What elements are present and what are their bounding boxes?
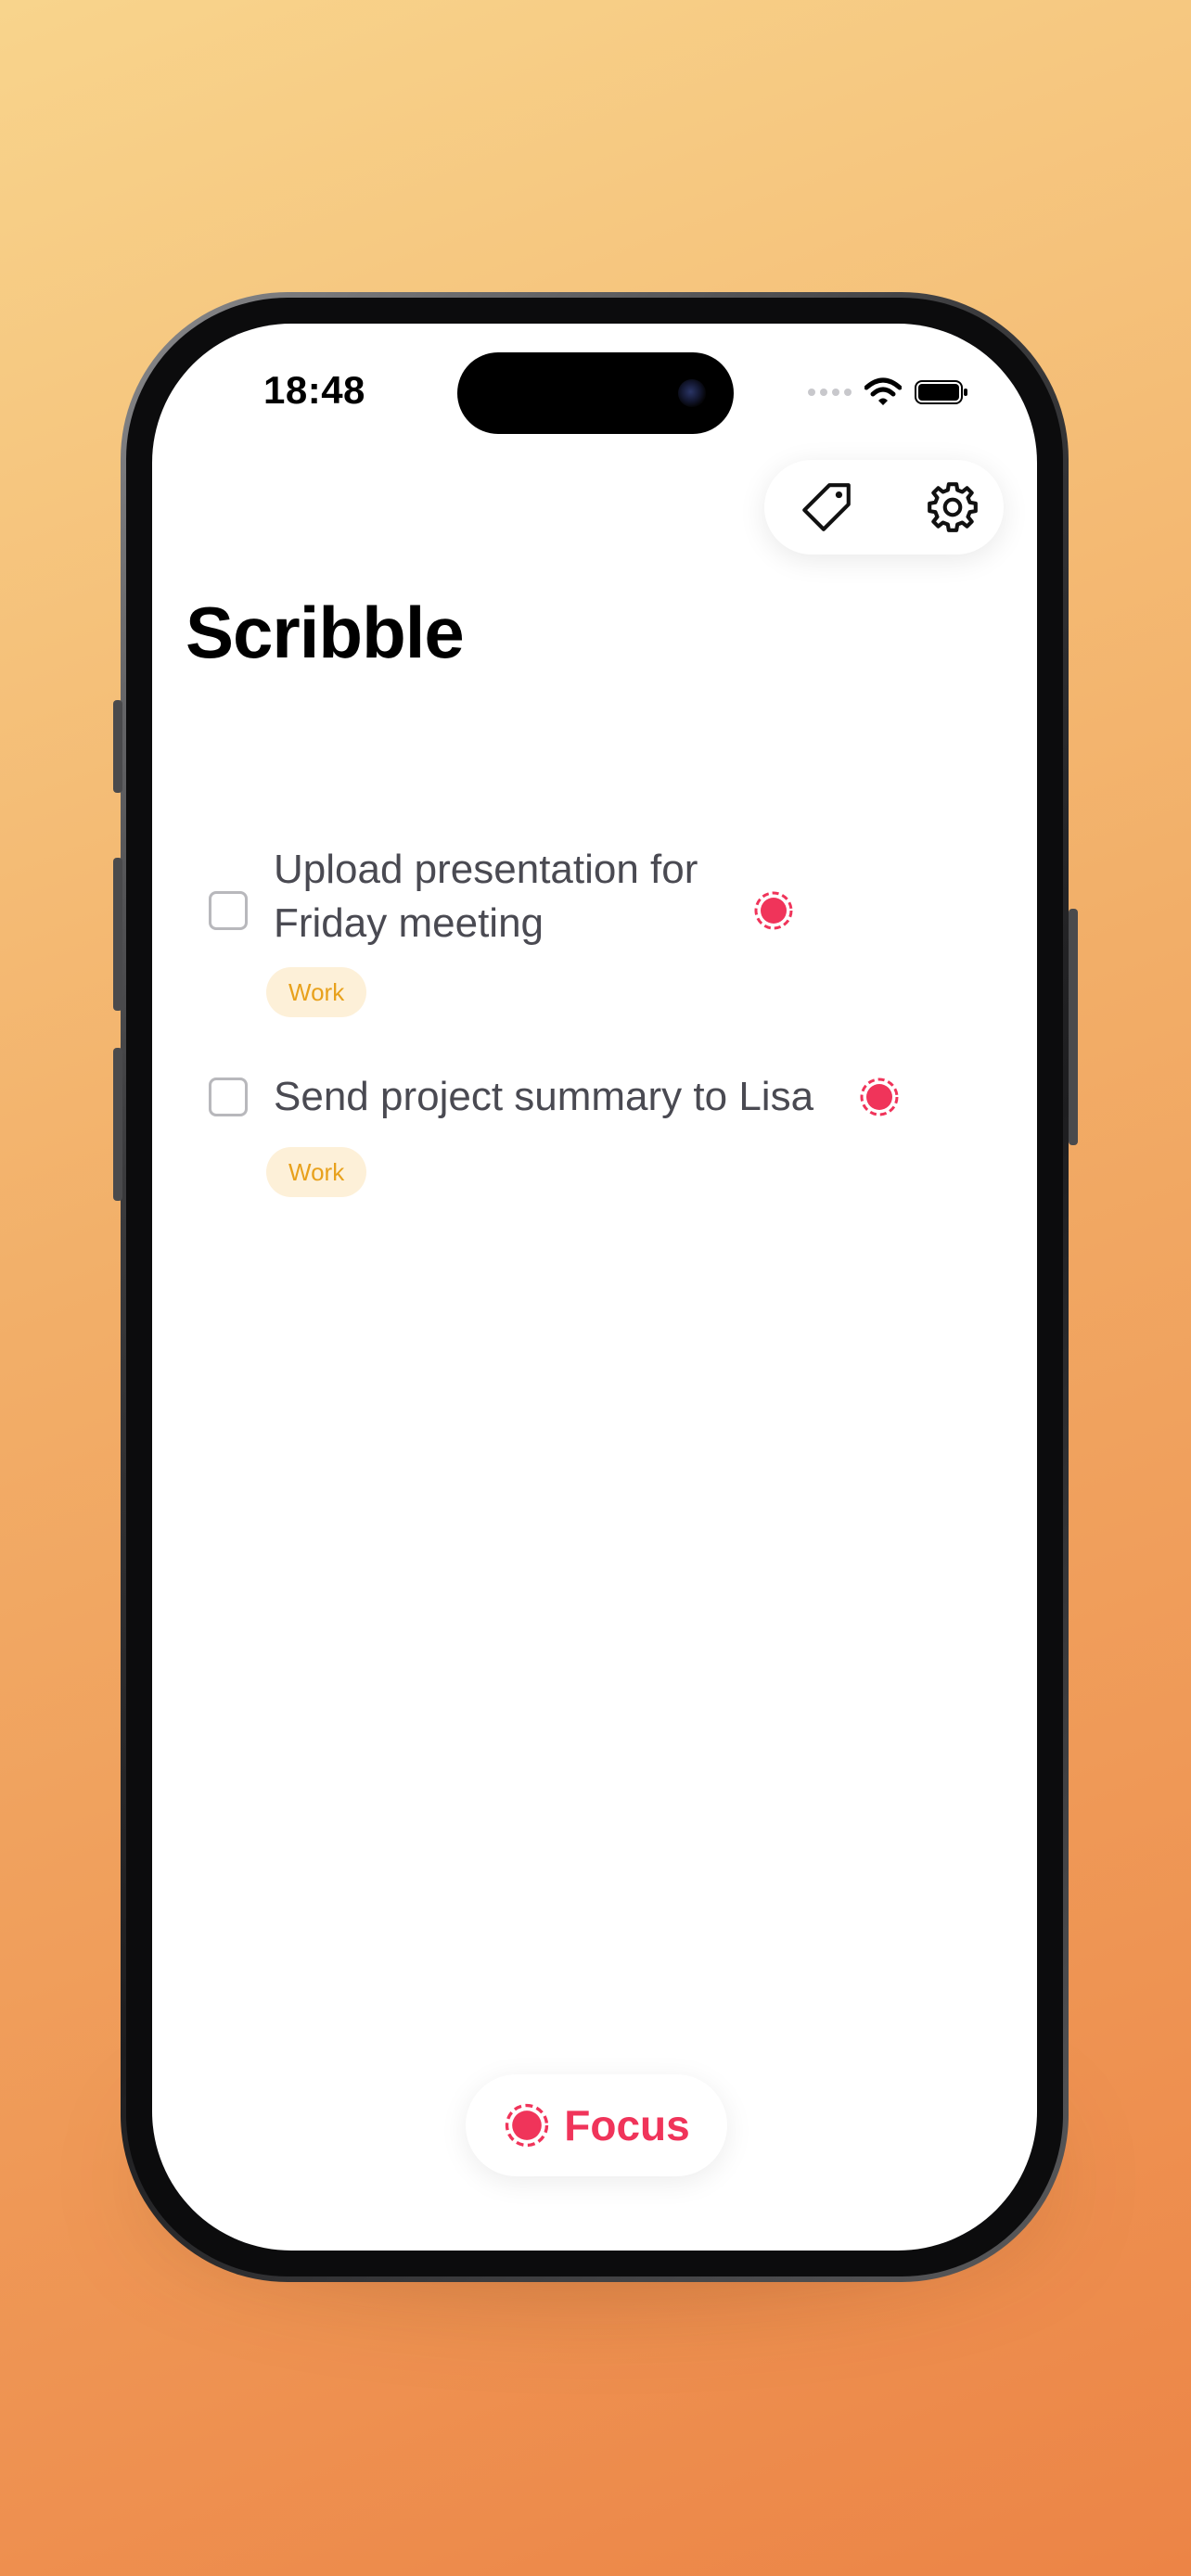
focus-target-icon[interactable]	[752, 889, 795, 932]
gear-icon	[928, 482, 978, 532]
tags-button[interactable]	[794, 475, 859, 540]
task-checkbox[interactable]	[209, 1078, 248, 1116]
camera-icon	[678, 379, 706, 407]
power-button	[1069, 909, 1078, 1145]
volume-up-button	[113, 858, 122, 1011]
volume-down-button	[113, 1048, 122, 1201]
top-toolbar	[764, 460, 1004, 555]
task-title-line: Send project summary to Lisa	[274, 1074, 814, 1119]
task-tag[interactable]: Work	[266, 1147, 367, 1197]
action-button	[113, 700, 122, 793]
tag-icon	[802, 483, 851, 531]
task-item: Upload presentation for Friday meeting W…	[209, 843, 997, 1019]
task-title[interactable]: Upload presentation for Friday meeting	[274, 843, 698, 950]
focus-target-icon	[506, 2103, 549, 2148]
dynamic-island	[457, 352, 734, 434]
task-item: Send project summary to Lisa Work	[209, 1070, 997, 1200]
task-title[interactable]: Send project summary to Lisa	[274, 1070, 813, 1124]
task-tag[interactable]: Work	[266, 967, 367, 1017]
cellular-signal-icon	[808, 389, 852, 396]
task-checkbox[interactable]	[209, 891, 248, 930]
focus-target-icon[interactable]	[858, 1076, 901, 1118]
app-screen: 18:48 Scribble Upload presentation for F…	[152, 324, 1037, 2251]
task-title-line: Upload presentation for	[274, 847, 698, 892]
status-time: 18:48	[263, 368, 365, 412]
page-title: Scribble	[186, 592, 465, 673]
status-indicators	[808, 376, 967, 409]
task-title-line: Friday meeting	[274, 900, 544, 946]
wifi-icon	[864, 377, 902, 405]
settings-button[interactable]	[920, 475, 985, 540]
focus-button-label: Focus	[564, 2101, 690, 2149]
focus-button[interactable]: Focus	[466, 2074, 727, 2176]
battery-icon	[915, 380, 967, 404]
